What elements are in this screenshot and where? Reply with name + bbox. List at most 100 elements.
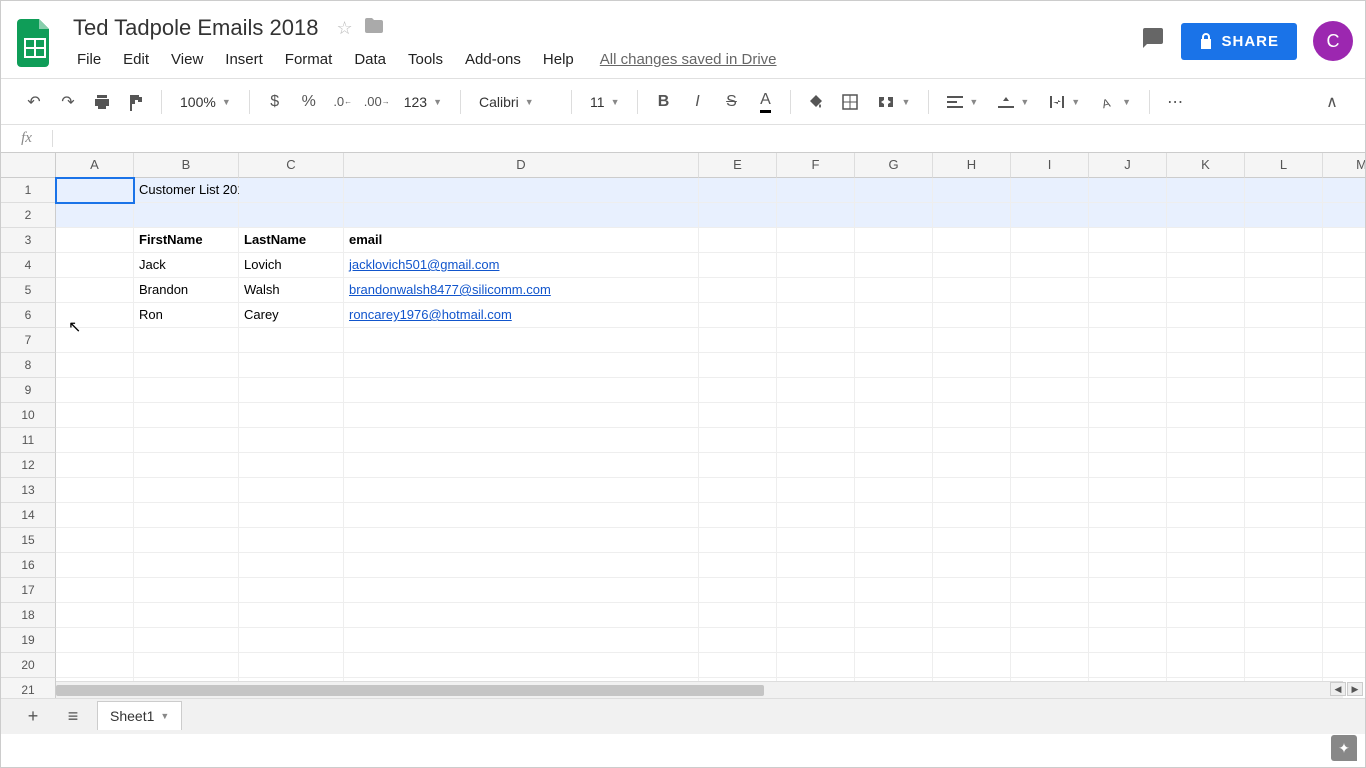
cell-H5[interactable] xyxy=(933,278,1011,303)
cell-L11[interactable] xyxy=(1245,428,1323,453)
cell-M15[interactable] xyxy=(1323,528,1365,553)
cell-L9[interactable] xyxy=(1245,378,1323,403)
cell-C14[interactable] xyxy=(239,503,344,528)
cell-K2[interactable] xyxy=(1167,203,1245,228)
cell-G8[interactable] xyxy=(855,353,933,378)
cell-J9[interactable] xyxy=(1089,378,1167,403)
cell-G15[interactable] xyxy=(855,528,933,553)
cell-B6[interactable]: Ron xyxy=(134,303,239,328)
cell-C7[interactable] xyxy=(239,328,344,353)
cell-H11[interactable] xyxy=(933,428,1011,453)
cell-M17[interactable] xyxy=(1323,578,1365,603)
cell-L19[interactable] xyxy=(1245,628,1323,653)
cell-A6[interactable] xyxy=(56,303,134,328)
comments-icon[interactable] xyxy=(1141,26,1165,57)
cell-F8[interactable] xyxy=(777,353,855,378)
cell-B7[interactable] xyxy=(134,328,239,353)
cell-L13[interactable] xyxy=(1245,478,1323,503)
bold-icon[interactable]: B xyxy=(648,87,678,117)
cell-L15[interactable] xyxy=(1245,528,1323,553)
cell-K1[interactable] xyxy=(1167,178,1245,203)
cell-C17[interactable] xyxy=(239,578,344,603)
cell-B5[interactable]: Brandon xyxy=(134,278,239,303)
cell-K3[interactable] xyxy=(1167,228,1245,253)
formula-input[interactable] xyxy=(53,131,1365,147)
cell-G3[interactable] xyxy=(855,228,933,253)
cell-J16[interactable] xyxy=(1089,553,1167,578)
cell-F19[interactable] xyxy=(777,628,855,653)
cell-I2[interactable] xyxy=(1011,203,1089,228)
row-head-9[interactable]: 9 xyxy=(1,378,56,403)
cell-D14[interactable] xyxy=(344,503,699,528)
cell-A20[interactable] xyxy=(56,653,134,678)
menu-addons[interactable]: Add-ons xyxy=(455,47,531,72)
cell-D5[interactable]: brandonwalsh8477@silicomm.com xyxy=(344,278,699,303)
cell-K12[interactable] xyxy=(1167,453,1245,478)
col-head-G[interactable]: G xyxy=(855,153,933,178)
cell-M9[interactable] xyxy=(1323,378,1365,403)
cell-I16[interactable] xyxy=(1011,553,1089,578)
cell-J13[interactable] xyxy=(1089,478,1167,503)
cell-C3[interactable]: LastName xyxy=(239,228,344,253)
cell-H2[interactable] xyxy=(933,203,1011,228)
cell-G14[interactable] xyxy=(855,503,933,528)
cell-E14[interactable] xyxy=(699,503,777,528)
wrap-dropdown[interactable]: ▼ xyxy=(1041,87,1088,117)
cell-E19[interactable] xyxy=(699,628,777,653)
cell-E8[interactable] xyxy=(699,353,777,378)
cell-F12[interactable] xyxy=(777,453,855,478)
cell-G2[interactable] xyxy=(855,203,933,228)
spreadsheet-grid[interactable]: ABCDEFGHIJKLM1Customer List 201823FirstN… xyxy=(1,153,1365,698)
cell-L8[interactable] xyxy=(1245,353,1323,378)
cell-F1[interactable] xyxy=(777,178,855,203)
cell-G7[interactable] xyxy=(855,328,933,353)
cell-E15[interactable] xyxy=(699,528,777,553)
currency-icon[interactable]: $ xyxy=(260,87,290,117)
cell-B3[interactable]: FirstName xyxy=(134,228,239,253)
doc-title[interactable]: Ted Tadpole Emails 2018 xyxy=(67,13,324,43)
cell-M3[interactable] xyxy=(1323,228,1365,253)
cell-H15[interactable] xyxy=(933,528,1011,553)
cell-A16[interactable] xyxy=(56,553,134,578)
cell-D4[interactable]: jacklovich501@gmail.com xyxy=(344,253,699,278)
cell-F17[interactable] xyxy=(777,578,855,603)
decrease-decimal-icon[interactable]: .0← xyxy=(328,87,358,117)
col-head-L[interactable]: L xyxy=(1245,153,1323,178)
cell-J18[interactable] xyxy=(1089,603,1167,628)
col-head-F[interactable]: F xyxy=(777,153,855,178)
col-head-C[interactable]: C xyxy=(239,153,344,178)
cell-I17[interactable] xyxy=(1011,578,1089,603)
cell-I11[interactable] xyxy=(1011,428,1089,453)
cell-B17[interactable] xyxy=(134,578,239,603)
cell-J20[interactable] xyxy=(1089,653,1167,678)
cell-L17[interactable] xyxy=(1245,578,1323,603)
cell-G13[interactable] xyxy=(855,478,933,503)
cell-B12[interactable] xyxy=(134,453,239,478)
scrollbar-thumb[interactable] xyxy=(56,685,764,696)
cell-A7[interactable] xyxy=(56,328,134,353)
cell-G10[interactable] xyxy=(855,403,933,428)
cell-K20[interactable] xyxy=(1167,653,1245,678)
cell-I7[interactable] xyxy=(1011,328,1089,353)
cell-G1[interactable] xyxy=(855,178,933,203)
cell-B11[interactable] xyxy=(134,428,239,453)
cell-F5[interactable] xyxy=(777,278,855,303)
cell-D2[interactable] xyxy=(344,203,699,228)
cell-H8[interactable] xyxy=(933,353,1011,378)
select-all-corner[interactable] xyxy=(1,153,56,178)
cell-F15[interactable] xyxy=(777,528,855,553)
cell-K13[interactable] xyxy=(1167,478,1245,503)
cell-J5[interactable] xyxy=(1089,278,1167,303)
cell-K8[interactable] xyxy=(1167,353,1245,378)
cell-B19[interactable] xyxy=(134,628,239,653)
cell-M12[interactable] xyxy=(1323,453,1365,478)
cell-I8[interactable] xyxy=(1011,353,1089,378)
cell-C15[interactable] xyxy=(239,528,344,553)
cell-L5[interactable] xyxy=(1245,278,1323,303)
cell-M4[interactable] xyxy=(1323,253,1365,278)
cell-E3[interactable] xyxy=(699,228,777,253)
cell-I19[interactable] xyxy=(1011,628,1089,653)
cell-A13[interactable] xyxy=(56,478,134,503)
cell-B9[interactable] xyxy=(134,378,239,403)
cell-C5[interactable]: Walsh xyxy=(239,278,344,303)
